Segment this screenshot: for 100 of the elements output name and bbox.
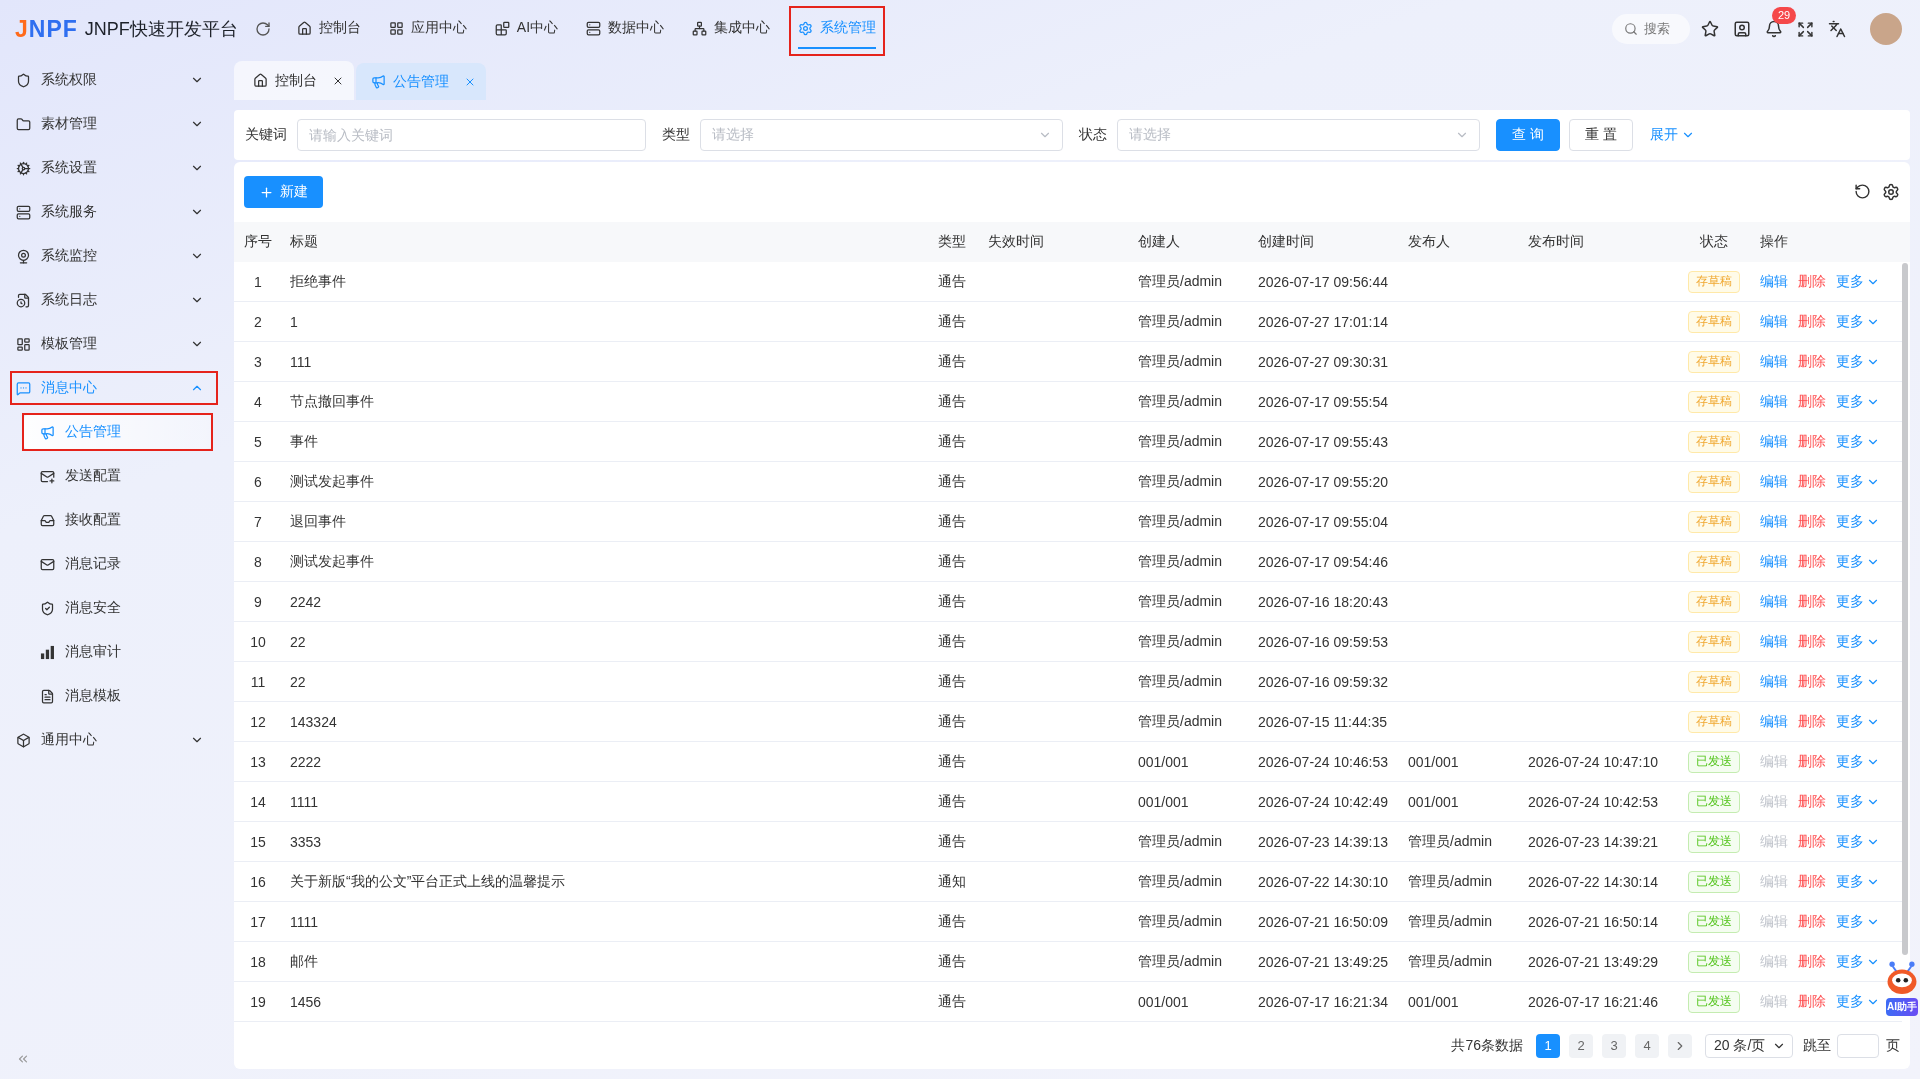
sidebar-subitem[interactable]: 消息模板 <box>24 679 211 713</box>
edit-link[interactable]: 编辑 <box>1760 472 1788 491</box>
sidebar-item[interactable]: 系统服务 <box>12 197 216 227</box>
nav-item[interactable]: 集成中心 <box>692 9 771 49</box>
select-field[interactable]: 请选择 <box>700 119 1063 151</box>
fullscreen-icon[interactable] <box>1797 20 1814 38</box>
more-link[interactable]: 更多 <box>1836 752 1880 771</box>
page-button[interactable]: 4 <box>1635 1033 1659 1058</box>
scrollbar-thumb[interactable] <box>1902 263 1908 955</box>
nav-item[interactable]: 数据中心 <box>586 9 665 49</box>
refresh-icon[interactable] <box>1854 183 1871 200</box>
edit-link[interactable]: 编辑 <box>1760 352 1788 371</box>
nav-item[interactable]: 控制台 <box>296 9 361 49</box>
sidebar-subitem[interactable]: 消息记录 <box>24 547 211 581</box>
delete-link[interactable]: 删除 <box>1798 792 1826 811</box>
delete-link[interactable]: 删除 <box>1798 432 1826 451</box>
page-button[interactable]: 3 <box>1602 1033 1626 1058</box>
more-link[interactable]: 更多 <box>1836 272 1880 291</box>
more-link[interactable]: 更多 <box>1836 352 1880 371</box>
sidebar-item[interactable]: 消息中心 <box>12 373 216 403</box>
page-button[interactable]: 1 <box>1536 1033 1560 1058</box>
sidebar-item[interactable]: 素材管理 <box>12 109 216 139</box>
delete-link[interactable]: 删除 <box>1798 672 1826 691</box>
more-link[interactable]: 更多 <box>1836 512 1880 531</box>
delete-link[interactable]: 删除 <box>1798 592 1826 611</box>
more-link[interactable]: 更多 <box>1836 552 1880 571</box>
more-link[interactable]: 更多 <box>1836 392 1880 411</box>
search-button[interactable]: 搜索 <box>1612 14 1690 44</box>
edit-link[interactable]: 编辑 <box>1760 272 1788 291</box>
page-input[interactable] <box>1837 1033 1879 1058</box>
sidebar-item[interactable]: 通用中心 <box>12 725 216 755</box>
edit-link[interactable]: 编辑 <box>1760 392 1788 411</box>
ai-assistant-button[interactable]: AI助手 <box>1886 998 1918 1016</box>
delete-link[interactable]: 删除 <box>1798 712 1826 731</box>
delete-link[interactable]: 删除 <box>1798 552 1826 571</box>
sidebar-subitem[interactable]: 消息审计 <box>24 635 211 669</box>
edit-link[interactable]: 编辑 <box>1760 672 1788 691</box>
more-link[interactable]: 更多 <box>1836 712 1880 731</box>
more-link[interactable]: 更多 <box>1836 912 1880 931</box>
edit-link[interactable]: 编辑 <box>1760 552 1788 571</box>
more-link[interactable]: 更多 <box>1836 592 1880 611</box>
sidebar-subitem[interactable]: 消息安全 <box>24 591 211 625</box>
delete-link[interactable]: 删除 <box>1798 752 1826 771</box>
nav-item[interactable]: AI中心 <box>494 9 559 49</box>
more-link[interactable]: 更多 <box>1836 952 1880 971</box>
sidebar-subitem[interactable]: 发送配置 <box>24 459 211 493</box>
edit-link[interactable]: 编辑 <box>1760 712 1788 731</box>
sidebar-item[interactable]: 模板管理 <box>12 329 216 359</box>
nav-item[interactable]: 应用中心 <box>388 9 467 49</box>
robot-icon[interactable] <box>1886 961 1918 995</box>
expand-link[interactable]: 展开 <box>1649 126 1695 144</box>
star-icon[interactable] <box>1701 20 1719 38</box>
sidebar-item[interactable]: 系统监控 <box>12 241 216 271</box>
delete-link[interactable]: 删除 <box>1798 352 1826 371</box>
translate-icon[interactable] <box>1828 20 1846 38</box>
delete-link[interactable]: 删除 <box>1798 312 1826 331</box>
reset-button[interactable]: 重 置 <box>1568 119 1633 151</box>
more-link[interactable]: 更多 <box>1836 312 1880 331</box>
sidebar-subitem[interactable]: 接收配置 <box>24 503 211 537</box>
page-size-select[interactable]: 20 条/页 <box>1705 1033 1793 1058</box>
delete-link[interactable]: 删除 <box>1798 392 1826 411</box>
delete-link[interactable]: 删除 <box>1798 952 1826 971</box>
sidebar-item[interactable]: 系统日志 <box>12 285 216 315</box>
more-link[interactable]: 更多 <box>1836 832 1880 851</box>
new-button[interactable]: 新建 <box>244 176 323 208</box>
more-link[interactable]: 更多 <box>1836 992 1880 1011</box>
delete-link[interactable]: 删除 <box>1798 912 1826 931</box>
delete-link[interactable]: 删除 <box>1798 272 1826 291</box>
delete-link[interactable]: 删除 <box>1798 632 1826 651</box>
delete-link[interactable]: 删除 <box>1798 472 1826 491</box>
page-button[interactable]: 2 <box>1569 1033 1593 1058</box>
delete-link[interactable]: 删除 <box>1798 832 1826 851</box>
tab[interactable]: 公告管理 <box>356 63 486 100</box>
refresh-icon[interactable] <box>254 21 271 37</box>
delete-link[interactable]: 删除 <box>1798 512 1826 531</box>
tab[interactable]: 控制台 <box>234 61 354 100</box>
edit-link[interactable]: 编辑 <box>1760 512 1788 531</box>
edit-link[interactable]: 编辑 <box>1760 632 1788 651</box>
next-page-button[interactable] <box>1668 1033 1692 1058</box>
bell-icon[interactable] <box>1765 20 1783 38</box>
nav-item[interactable]: 系统管理 <box>798 9 877 49</box>
input-field[interactable]: 请输入关键词 <box>297 119 646 151</box>
select-field[interactable]: 请选择 <box>1117 119 1480 151</box>
edit-link[interactable]: 编辑 <box>1760 432 1788 451</box>
user-card-icon[interactable] <box>1733 20 1751 38</box>
edit-link[interactable]: 编辑 <box>1760 592 1788 611</box>
settings-icon[interactable] <box>1882 183 1900 201</box>
sidebar-item[interactable]: 系统权限 <box>12 65 216 95</box>
edit-link[interactable]: 编辑 <box>1760 312 1788 331</box>
more-link[interactable]: 更多 <box>1836 672 1880 691</box>
sidebar-item[interactable]: 系统设置 <box>12 153 216 183</box>
delete-link[interactable]: 删除 <box>1798 992 1826 1011</box>
sidebar-subitem[interactable]: 公告管理 <box>24 415 211 449</box>
more-link[interactable]: 更多 <box>1836 432 1880 451</box>
more-link[interactable]: 更多 <box>1836 792 1880 811</box>
delete-link[interactable]: 删除 <box>1798 872 1826 891</box>
more-link[interactable]: 更多 <box>1836 872 1880 891</box>
query-button[interactable]: 查 询 <box>1496 119 1560 151</box>
more-link[interactable]: 更多 <box>1836 632 1880 651</box>
more-link[interactable]: 更多 <box>1836 472 1880 491</box>
